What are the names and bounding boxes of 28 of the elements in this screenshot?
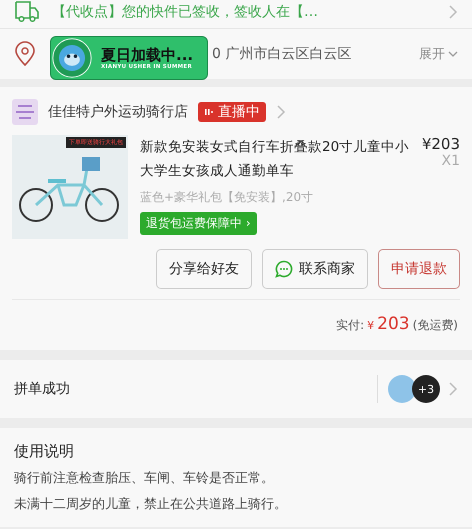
chevron-right-icon <box>448 4 458 20</box>
avatar-count[interactable]: +3 <box>412 375 440 403</box>
shipping-note: (免运费) <box>412 317 458 334</box>
instructions-title: 使用说明 <box>14 442 75 461</box>
shop-name[interactable]: 佳佳特户外运动骑行店 <box>48 103 188 121</box>
instruction-line: 未满十二周岁的儿童，禁止在公共道路上骑行。 <box>14 496 288 513</box>
product-quantity: X1 <box>442 153 460 169</box>
chevron-right-icon <box>276 104 286 120</box>
chat-bubble-icon <box>275 260 293 278</box>
payment-amount: 203 <box>377 314 410 334</box>
truck-icon <box>14 0 40 24</box>
share-button[interactable]: 分享给好友 <box>156 249 252 289</box>
currency-sign: ¥ <box>367 319 374 332</box>
contact-seller-button[interactable]: 联系商家 <box>262 249 368 289</box>
product-price: ¥203 <box>422 135 460 153</box>
chevron-right-icon <box>448 381 458 397</box>
product-spec: 蓝色+豪华礼包【免安装】,20寸 <box>140 189 314 206</box>
location-pin-icon <box>14 41 36 67</box>
live-badge[interactable]: 直播中 <box>198 102 266 122</box>
group-status: 拼单成功 <box>14 380 70 398</box>
chevron-down-icon <box>448 50 458 58</box>
instruction-line: 骑行前注意检查胎压、车闸、车铃是否正常。 <box>14 470 275 487</box>
refund-button[interactable]: 申请退款 <box>378 249 460 289</box>
product-title[interactable]: 新款免安装女式自行车折叠款20寸儿童中小大学生女孩成人通勤单车 <box>140 135 414 183</box>
shop-logo <box>12 99 38 125</box>
payment-label: 实付: <box>336 317 364 334</box>
address-text: 0 广州市白云区白云区 <box>212 45 352 63</box>
avatar <box>388 375 416 403</box>
